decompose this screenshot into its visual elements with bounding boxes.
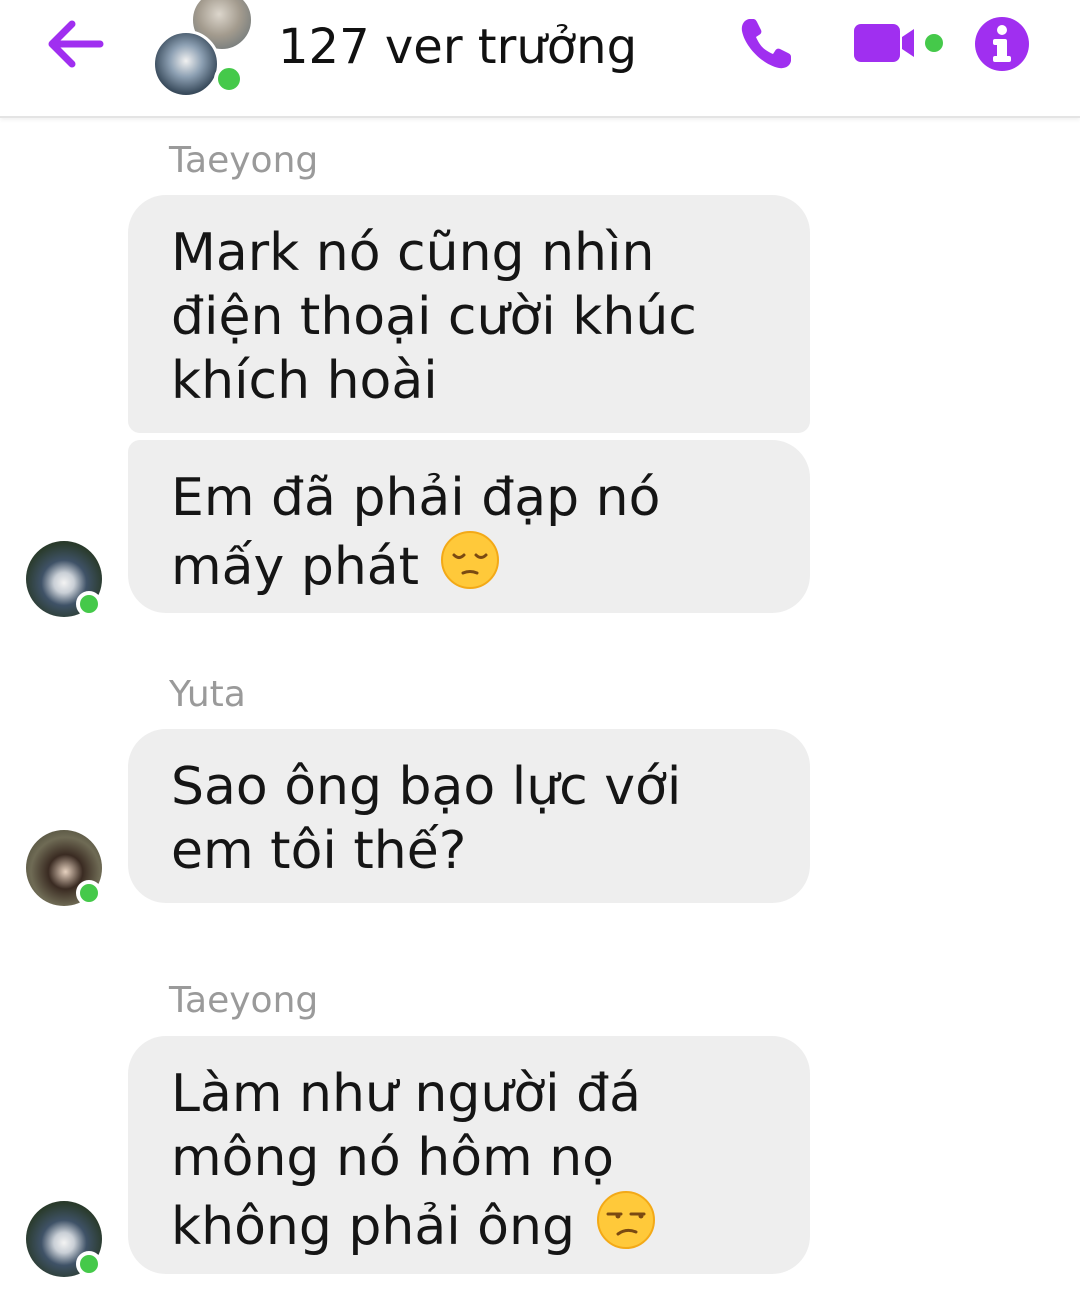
message-text: Làm như người đá mông nó hôm nọ không ph… (171, 1064, 642, 1257)
message-bubble[interactable]: Mark nó cũng nhìn điện thoại cười khúc k… (128, 195, 810, 433)
back-button[interactable] (44, 14, 108, 74)
message-bubble[interactable]: Em đã phải đạp nó mấy phát (128, 440, 810, 613)
sender-avatar[interactable] (26, 541, 102, 617)
pensive-face-emoji (440, 530, 500, 605)
online-status-dot (76, 591, 102, 617)
sender-avatar[interactable] (26, 1201, 102, 1277)
conversation-header: 127 ver trưởng (0, 0, 1080, 118)
phone-icon (741, 19, 791, 69)
online-status-dot (76, 1251, 102, 1277)
video-call-button[interactable] (852, 20, 944, 66)
online-status-dot (76, 880, 102, 906)
conversation-title[interactable]: 127 ver trưởng (278, 14, 637, 80)
message-bubble[interactable]: Sao ông bạo lực với em tôi thế? (128, 729, 810, 903)
member-avatar-front (152, 30, 220, 98)
sender-avatar[interactable] (26, 830, 102, 906)
arrow-left-icon (48, 20, 104, 68)
sender-name: Taeyong (169, 980, 319, 1021)
sender-name: Yuta (169, 674, 246, 715)
message-bubble[interactable]: Làm như người đá mông nó hôm nọ không ph… (128, 1036, 810, 1274)
conversation-info-button[interactable] (972, 14, 1032, 74)
info-icon (975, 17, 1029, 71)
video-camera-icon (854, 24, 943, 62)
message-text: Sao ông bạo lực với em tôi thế? (171, 757, 682, 881)
online-status-dot (214, 64, 244, 94)
voice-call-button[interactable] (736, 14, 796, 74)
sender-name: Taeyong (169, 140, 319, 181)
unamused-face-emoji (596, 1190, 656, 1265)
message-text: Em đã phải đạp nó mấy phát (171, 468, 661, 597)
group-avatar[interactable] (150, 0, 254, 98)
message-text: Mark nó cũng nhìn điện thoại cười khúc k… (171, 223, 697, 411)
